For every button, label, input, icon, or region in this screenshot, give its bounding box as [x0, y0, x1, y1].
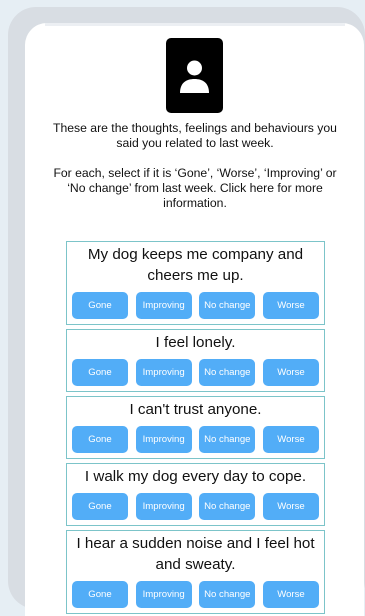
intro-paragraph-1: These are the thoughts, feelings and beh…	[53, 121, 337, 150]
item-card: My dog keeps me company and cheers me up…	[66, 241, 325, 325]
top-divider	[45, 23, 345, 26]
improving-button[interactable]: Improving	[135, 292, 192, 319]
item-text: I walk my dog every day to cope.	[84, 468, 307, 485]
item-text: My dog keeps me company and cheers me up…	[87, 246, 304, 284]
no-change-button[interactable]: No change	[199, 493, 256, 520]
rating-buttons: Gone Improving No change Worse	[72, 359, 319, 386]
gone-button[interactable]: Gone	[72, 493, 128, 520]
item-text: I can't trust anyone.	[129, 401, 262, 418]
no-change-button[interactable]: No change	[199, 581, 256, 608]
device-frame: These are the thoughts, feelings and beh…	[8, 7, 365, 616]
improving-button[interactable]: Improving	[135, 359, 192, 386]
worse-button[interactable]: Worse	[262, 426, 319, 453]
gone-button[interactable]: Gone	[72, 292, 128, 319]
app-screen: These are the thoughts, feelings and beh…	[25, 23, 364, 616]
gone-button[interactable]: Gone	[72, 359, 128, 386]
worse-button[interactable]: Worse	[262, 359, 319, 386]
no-change-button[interactable]: No change	[199, 292, 256, 319]
item-text: I feel lonely.	[155, 334, 236, 351]
intro-text: These are the thoughts, feelings and beh…	[47, 121, 343, 211]
worse-button[interactable]: Worse	[262, 292, 319, 319]
item-text: I hear a sudden noise and I feel hot and…	[76, 535, 315, 573]
gone-button[interactable]: Gone	[72, 581, 128, 608]
worse-button[interactable]: Worse	[262, 493, 319, 520]
no-change-button[interactable]: No change	[199, 359, 256, 386]
item-card: I feel lonely. Gone Improving No change …	[66, 329, 325, 392]
item-card: I can't trust anyone. Gone Improving No …	[66, 396, 325, 459]
item-card: I hear a sudden noise and I feel hot and…	[66, 530, 325, 614]
item-card: I walk my dog every day to cope. Gone Im…	[66, 463, 325, 526]
improving-button[interactable]: Improving	[135, 426, 192, 453]
rating-buttons: Gone Improving No change Worse	[72, 581, 319, 608]
rating-buttons: Gone Improving No change Worse	[72, 493, 319, 520]
person-icon	[166, 38, 223, 113]
improving-button[interactable]: Improving	[135, 493, 192, 520]
no-change-button[interactable]: No change	[199, 426, 256, 453]
rating-buttons: Gone Improving No change Worse	[72, 292, 319, 319]
gone-button[interactable]: Gone	[72, 426, 128, 453]
intro-paragraph-2[interactable]: For each, select if it is ‘Gone’, ‘Worse…	[47, 166, 343, 211]
rating-buttons: Gone Improving No change Worse	[72, 426, 319, 453]
improving-button[interactable]: Improving	[135, 581, 192, 608]
worse-button[interactable]: Worse	[262, 581, 319, 608]
items-list: My dog keeps me company and cheers me up…	[66, 241, 325, 616]
